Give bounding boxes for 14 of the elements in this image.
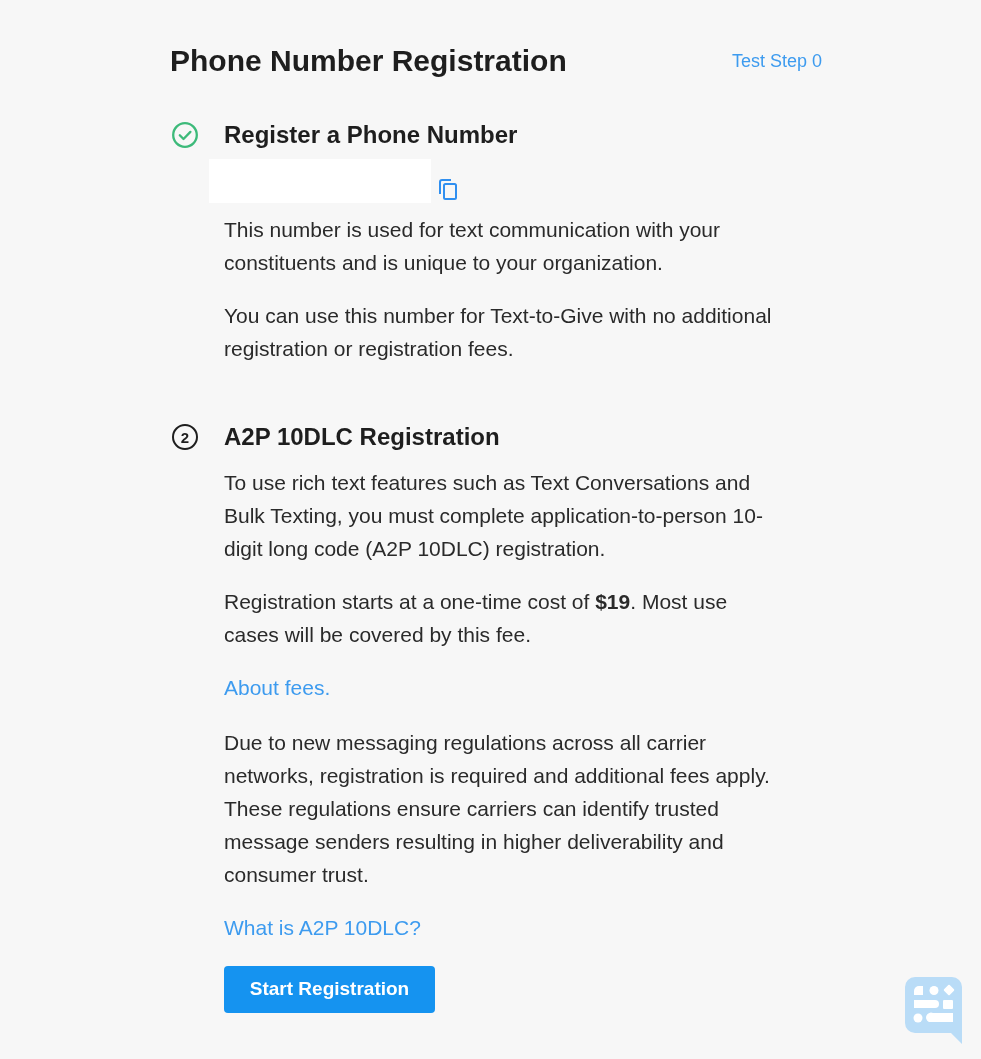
step-number: 2 (172, 424, 198, 450)
info-link[interactable]: What is A2P 10DLC? (224, 916, 421, 939)
description-text: Registration starts at a one-time cost of $19. Most use cases will be covered by this fee. (224, 589, 729, 648)
test-step-link[interactable]: Test Step 0 (731, 49, 822, 73)
description-text: To use rich text features such as Text Conversations and Bulk Texting, you must complete application-to-person 10-digit long code (A2P 10DLC) registration. (224, 470, 764, 562)
info-link[interactable]: About fees. (224, 676, 331, 699)
step-title: Register a Phone Number (224, 120, 519, 150)
description-text: This number is used for text communication with your constituents and is unique to your organization. (224, 217, 722, 276)
description-text: Due to new messaging regulations across all carrier networks, registration is required and additional fees apply. These regulations ensure carriers can identify trusted message senders resulting in higher deliverability and consumer trust. (224, 730, 771, 888)
copy-icon[interactable] (438, 179, 458, 200)
page-title: Phone Number Registration (170, 43, 567, 79)
description-text: You can use this number for Text-to-Give with no additional registration or registration fees. (224, 303, 773, 362)
start-registration-button[interactable]: Start Registration (224, 966, 435, 1013)
step-title: A2P 10DLC Registration (224, 422, 501, 452)
